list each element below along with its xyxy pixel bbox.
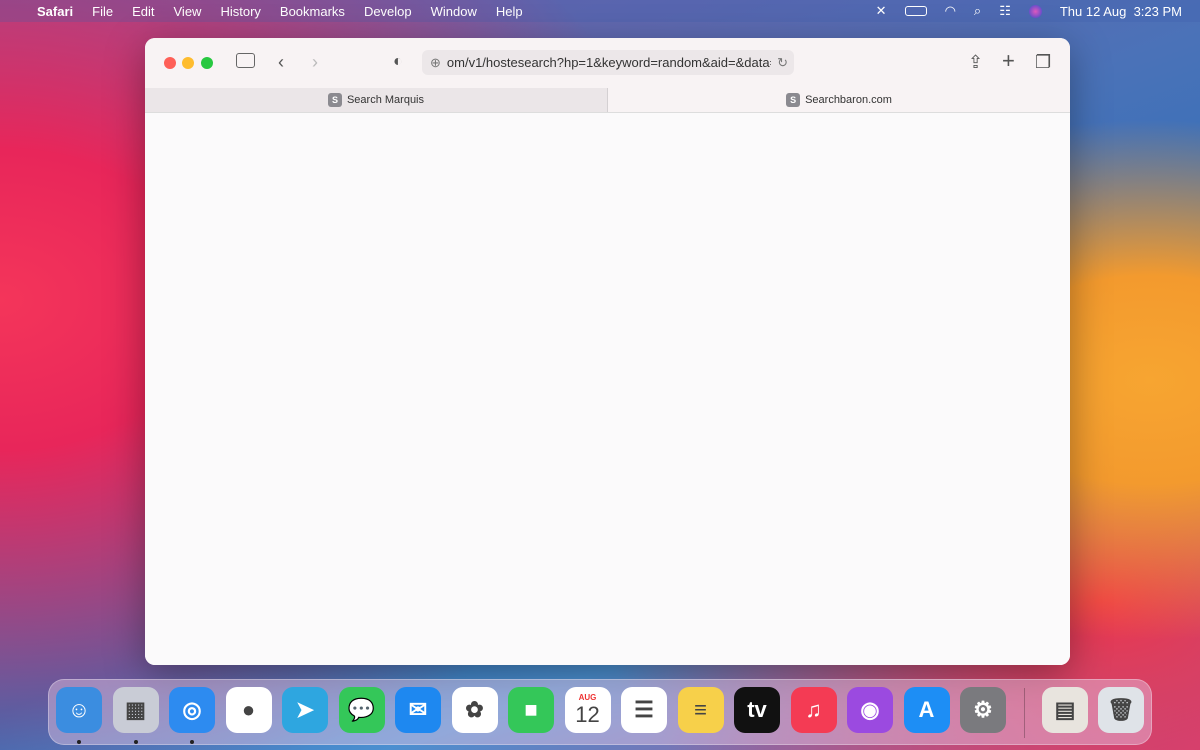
- running-indicator: [190, 740, 194, 744]
- running-indicator: [77, 740, 81, 744]
- photos-icon: ✿: [465, 697, 484, 722]
- menu-file[interactable]: File: [92, 4, 113, 19]
- sidebar-toggle-icon[interactable]: [236, 53, 255, 68]
- clock[interactable]: Thu 12 Aug 3:23 PM: [1060, 4, 1182, 19]
- tab-search-marquis[interactable]: S Search Marquis: [145, 88, 608, 112]
- dock-app-launchpad[interactable]: ▦: [112, 687, 159, 733]
- forward-icon[interactable]: ›: [312, 52, 318, 73]
- toolbar: ‹ › ◐ ⊕ om/v1/hostesearch?hp=1&keyword=r…: [145, 38, 1070, 88]
- trash-icon: 🗑: [1107, 697, 1135, 722]
- bluetooth-off-icon[interactable]: ✕: [876, 3, 887, 19]
- running-indicator: [133, 740, 138, 744]
- telegram-icon: ➤: [295, 697, 315, 722]
- dock-app-tv[interactable]: tv: [734, 687, 780, 733]
- calendar-month: AUG: [578, 692, 597, 702]
- new-tab-icon[interactable]: +: [1002, 48, 1015, 74]
- menu-window[interactable]: Window: [431, 4, 477, 19]
- dock-app-reminders[interactable]: ☰: [621, 687, 667, 733]
- globe-icon: ⊕: [430, 54, 441, 70]
- podcasts-icon: ◉: [860, 697, 880, 722]
- dock-separator: [1024, 688, 1025, 738]
- back-icon[interactable]: ‹: [278, 52, 284, 73]
- zoom-button[interactable]: [201, 57, 213, 69]
- menu-app-name[interactable]: Safari: [37, 4, 73, 19]
- tab-label: Searchbaron.com: [805, 94, 892, 106]
- favicon: S: [327, 93, 342, 107]
- dock: ☺ ▦ ◎ ● ➤ 💬 ✉ ✿ ■ AUG 12 ☰ ≡ tv ♫ ◉ A ⚙ ▤ 🗑: [48, 679, 1152, 745]
- facetime-icon: ■: [524, 697, 538, 722]
- address-bar[interactable]: ⊕ om/v1/hostesearch?hp=1&keyword=random&…: [422, 50, 794, 75]
- tab-label: Search Marquis: [346, 94, 425, 106]
- control-center-icon[interactable]: ☷: [999, 3, 1011, 19]
- dock-app-photos[interactable]: ✿: [451, 687, 498, 733]
- launchpad-icon: ▦: [125, 697, 146, 722]
- menu-develop[interactable]: Develop: [364, 4, 412, 19]
- page-content: [145, 113, 1070, 665]
- battery-icon[interactable]: [904, 6, 927, 16]
- dock-app-podcasts[interactable]: ◉: [847, 687, 893, 733]
- dock-app-safari[interactable]: ◎: [169, 687, 215, 733]
- siri-icon[interactable]: [1028, 4, 1042, 18]
- dock-app-system-preferences[interactable]: ⚙: [960, 687, 1006, 733]
- dock-app-archive[interactable]: ▤: [1042, 687, 1088, 733]
- url-text[interactable]: om/v1/hostesearch?hp=1&keyword=random&ai…: [447, 55, 771, 70]
- menu-edit[interactable]: Edit: [132, 4, 154, 19]
- minimize-button[interactable]: [182, 57, 194, 69]
- wifi-icon[interactable]: ◠: [945, 3, 956, 19]
- dock-app-facetime[interactable]: ■: [508, 687, 554, 733]
- tab-overview-icon[interactable]: ❐: [1035, 52, 1051, 73]
- system-preferences-icon: ⚙: [973, 697, 993, 722]
- dock-app-notes[interactable]: ≡: [677, 687, 724, 733]
- mail-icon: ✉: [408, 697, 428, 722]
- reload-icon[interactable]: ↻: [777, 55, 794, 71]
- spotlight-search-icon[interactable]: ⌕: [974, 3, 981, 19]
- privacy-shield-icon[interactable]: ◐: [393, 53, 403, 71]
- dock-app-finder[interactable]: ☺: [56, 687, 102, 733]
- close-button[interactable]: [164, 57, 176, 69]
- menu-bookmarks[interactable]: Bookmarks: [280, 4, 345, 19]
- menu-history[interactable]: History: [220, 4, 260, 19]
- archive-icon: ▤: [1054, 697, 1076, 722]
- dock-app-app-store[interactable]: A: [903, 687, 950, 733]
- dock-app-telegram[interactable]: ➤: [282, 687, 328, 733]
- menu-view[interactable]: View: [174, 4, 202, 19]
- share-icon[interactable]: ⇪: [968, 52, 983, 73]
- safari-icon: ◎: [182, 697, 202, 722]
- dock-app-music[interactable]: ♫: [790, 687, 837, 733]
- app-store-icon: A: [918, 697, 935, 722]
- menu-bar: Safari File Edit View History Bookmarks …: [0, 0, 1200, 22]
- calendar-icon: 12: [575, 701, 600, 727]
- menu-help[interactable]: Help: [496, 4, 523, 19]
- safari-window: ‹ › ◐ ⊕ om/v1/hostesearch?hp=1&keyword=r…: [145, 38, 1070, 665]
- tab-searchbaron[interactable]: S Searchbaron.com: [608, 88, 1070, 112]
- dock-app-mail[interactable]: ✉: [395, 687, 441, 733]
- music-icon: ♫: [805, 697, 822, 722]
- dock-app-trash[interactable]: 🗑: [1098, 687, 1144, 733]
- dock-app-chrome[interactable]: ●: [225, 687, 272, 733]
- dock-app-calendar[interactable]: AUG 12: [564, 687, 611, 733]
- tv-icon: tv: [747, 697, 767, 722]
- finder-icon: ☺: [67, 697, 91, 722]
- reminders-icon: ☰: [634, 697, 654, 722]
- tab-bar: S Search Marquis S Searchbaron.com: [145, 88, 1070, 113]
- dock-app-messages[interactable]: 💬: [338, 687, 385, 733]
- chrome-icon: ●: [241, 697, 256, 722]
- notes-icon: ≡: [694, 697, 707, 722]
- messages-icon: 💬: [347, 697, 376, 722]
- favicon: S: [786, 93, 801, 107]
